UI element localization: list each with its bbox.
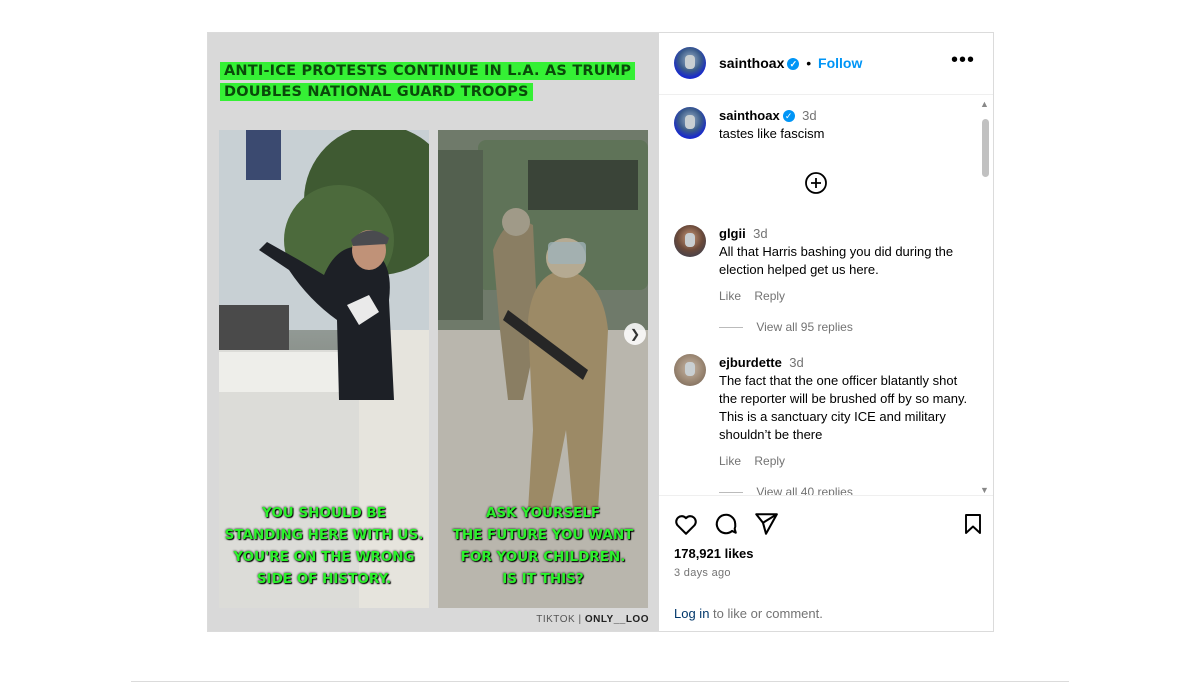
comment-text: The fact that the one officer blatantly … — [719, 373, 968, 442]
post-actions: 178,921 likes 3 days ago Log in to like … — [659, 495, 993, 632]
media-photo-right: ASK YOURSELF THE FUTURE YOU WANT FOR YOU… — [438, 130, 648, 608]
author-avatar[interactable] — [674, 47, 706, 79]
bookmark-icon[interactable] — [961, 511, 987, 537]
login-prompt: Log in to like or comment. — [674, 606, 823, 621]
comment-like-button[interactable]: Like — [719, 289, 741, 303]
chevron-right-icon[interactable]: ❯ — [624, 323, 646, 345]
comment-username[interactable]: ejburdette — [719, 355, 782, 370]
comment-icon[interactable] — [713, 511, 739, 537]
caption-text: tastes like fascism — [719, 126, 825, 141]
comments-list[interactable]: sainthoax ✓ 3d tastes like fascism glgii … — [659, 95, 993, 495]
login-link[interactable]: Log in — [674, 606, 709, 621]
post-sidebar: sainthoax ✓ • Follow ••• sainthoax ✓ 3d ta… — [659, 33, 993, 631]
verified-badge-icon: ✓ — [782, 109, 795, 122]
media-photo-left: YOU SHOULD BE STANDING HERE WITH US. YOU… — [219, 130, 429, 608]
scrollbar-thumb[interactable] — [982, 119, 989, 177]
right-overlay-caption: ASK YOURSELF THE FUTURE YOU WANT FOR YOU… — [452, 505, 634, 587]
scroll-down-icon[interactable]: ▼ — [980, 485, 989, 495]
plus-circle-icon[interactable] — [804, 171, 828, 195]
media-credit: TIKTOK | ONLY__LOO — [536, 614, 649, 625]
verified-badge-icon: ✓ — [787, 58, 800, 71]
scroll-up-icon[interactable]: ▲ — [980, 99, 989, 109]
media-headline: ANTI-ICE PROTESTS CONTINUE IN L.A. AS TR… — [220, 61, 650, 103]
instagram-embed: ANTI-ICE PROTESTS CONTINUE IN L.A. AS TR… — [207, 32, 994, 632]
left-overlay-caption: YOU SHOULD BE STANDING HERE WITH US. YOU… — [224, 505, 424, 587]
post-media[interactable]: ANTI-ICE PROTESTS CONTINUE IN L.A. AS TR… — [208, 33, 659, 631]
view-replies-button[interactable]: View all 40 replies — [719, 485, 969, 495]
header-separator: • — [806, 55, 812, 71]
comment-actions: Like Reply — [719, 454, 969, 468]
paper-plane-icon[interactable] — [753, 511, 779, 537]
page-divider — [131, 681, 1069, 682]
comment-actions: Like Reply — [719, 289, 964, 303]
author-username[interactable]: sainthoax — [719, 55, 784, 71]
follow-button[interactable]: Follow — [818, 55, 862, 71]
view-replies-button[interactable]: View all 95 replies — [719, 320, 964, 334]
login-prompt-text: to like or comment. — [709, 606, 823, 621]
heart-icon[interactable] — [673, 511, 699, 537]
author-line: sainthoax ✓ • Follow — [719, 55, 862, 71]
comment-reply-button[interactable]: Reply — [754, 289, 785, 303]
comment-text: All that Harris bashing you did during t… — [719, 244, 954, 277]
comments-scrollbar[interactable]: ▲ ▼ — [979, 99, 991, 495]
post-timestamp[interactable]: 3 days ago — [674, 567, 731, 579]
caption-avatar[interactable] — [674, 107, 706, 139]
comment-like-button[interactable]: Like — [719, 454, 741, 468]
caption-time[interactable]: 3d — [802, 108, 816, 123]
likes-count[interactable]: 178,921 likes — [674, 546, 754, 561]
comment-time[interactable]: 3d — [753, 226, 767, 241]
commenter-avatar[interactable] — [674, 354, 706, 386]
post-header: sainthoax ✓ • Follow ••• — [659, 33, 993, 95]
comment-time[interactable]: 3d — [789, 355, 803, 370]
comment-reply-button[interactable]: Reply — [754, 454, 785, 468]
commenter-avatar[interactable] — [674, 225, 706, 257]
caption-username[interactable]: sainthoax — [719, 108, 780, 123]
comment-username[interactable]: glgii — [719, 226, 746, 241]
more-horizontal-icon[interactable]: ••• — [951, 50, 975, 70]
